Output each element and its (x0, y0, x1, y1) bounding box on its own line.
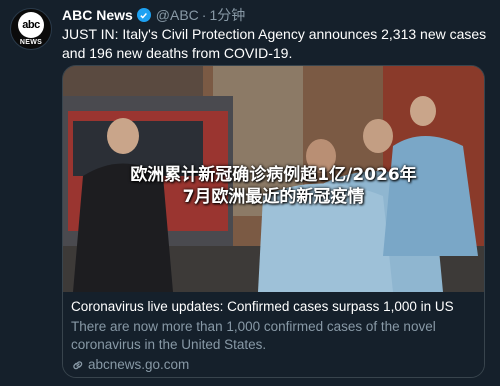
image-overlay-caption: 欧洲累计新冠确诊病例超1亿/2026年 7月欧洲最近的新冠疫情 (63, 164, 484, 208)
card-image[interactable]: 欧洲累计新冠确诊病例超1亿/2026年 7月欧洲最近的新冠疫情 (63, 66, 484, 292)
overlay-line-1: 欧洲累计新冠确诊病例超1亿/2026年 (130, 165, 417, 185)
link-icon (73, 361, 83, 370)
account-name[interactable]: ABC News (62, 7, 133, 23)
header-separator: · (201, 7, 207, 23)
overlay-line-2: 7月欧洲最近的新冠疫情 (182, 187, 365, 207)
card-link-domain[interactable]: abcnews.go.com (88, 356, 189, 374)
news-logo-text: NEWS (19, 39, 43, 46)
card-body: Coronavirus live updates: Confirmed case… (63, 292, 484, 374)
tweet-timestamp[interactable]: 1分钟 (209, 5, 245, 25)
abc-logo: abc (18, 12, 44, 38)
account-handle[interactable]: @ABC (156, 7, 199, 23)
tweet-text: JUST IN: Italy's Civil Protection Agency… (62, 26, 487, 61)
link-card[interactable]: 欧洲累计新冠确诊病例超1亿/2026年 7月欧洲最近的新冠疫情 Coronavi… (62, 65, 485, 378)
account-avatar[interactable]: abc NEWS (10, 8, 52, 50)
card-link[interactable]: abcnews.go.com (71, 356, 476, 374)
card-title[interactable]: Coronavirus live updates: Confirmed case… (71, 298, 476, 316)
verified-badge-icon (136, 8, 151, 22)
tweet-header: ABC News @ABC · 1分钟 (62, 6, 245, 24)
card-description: There are now more than 1,000 confirmed … (71, 319, 436, 352)
